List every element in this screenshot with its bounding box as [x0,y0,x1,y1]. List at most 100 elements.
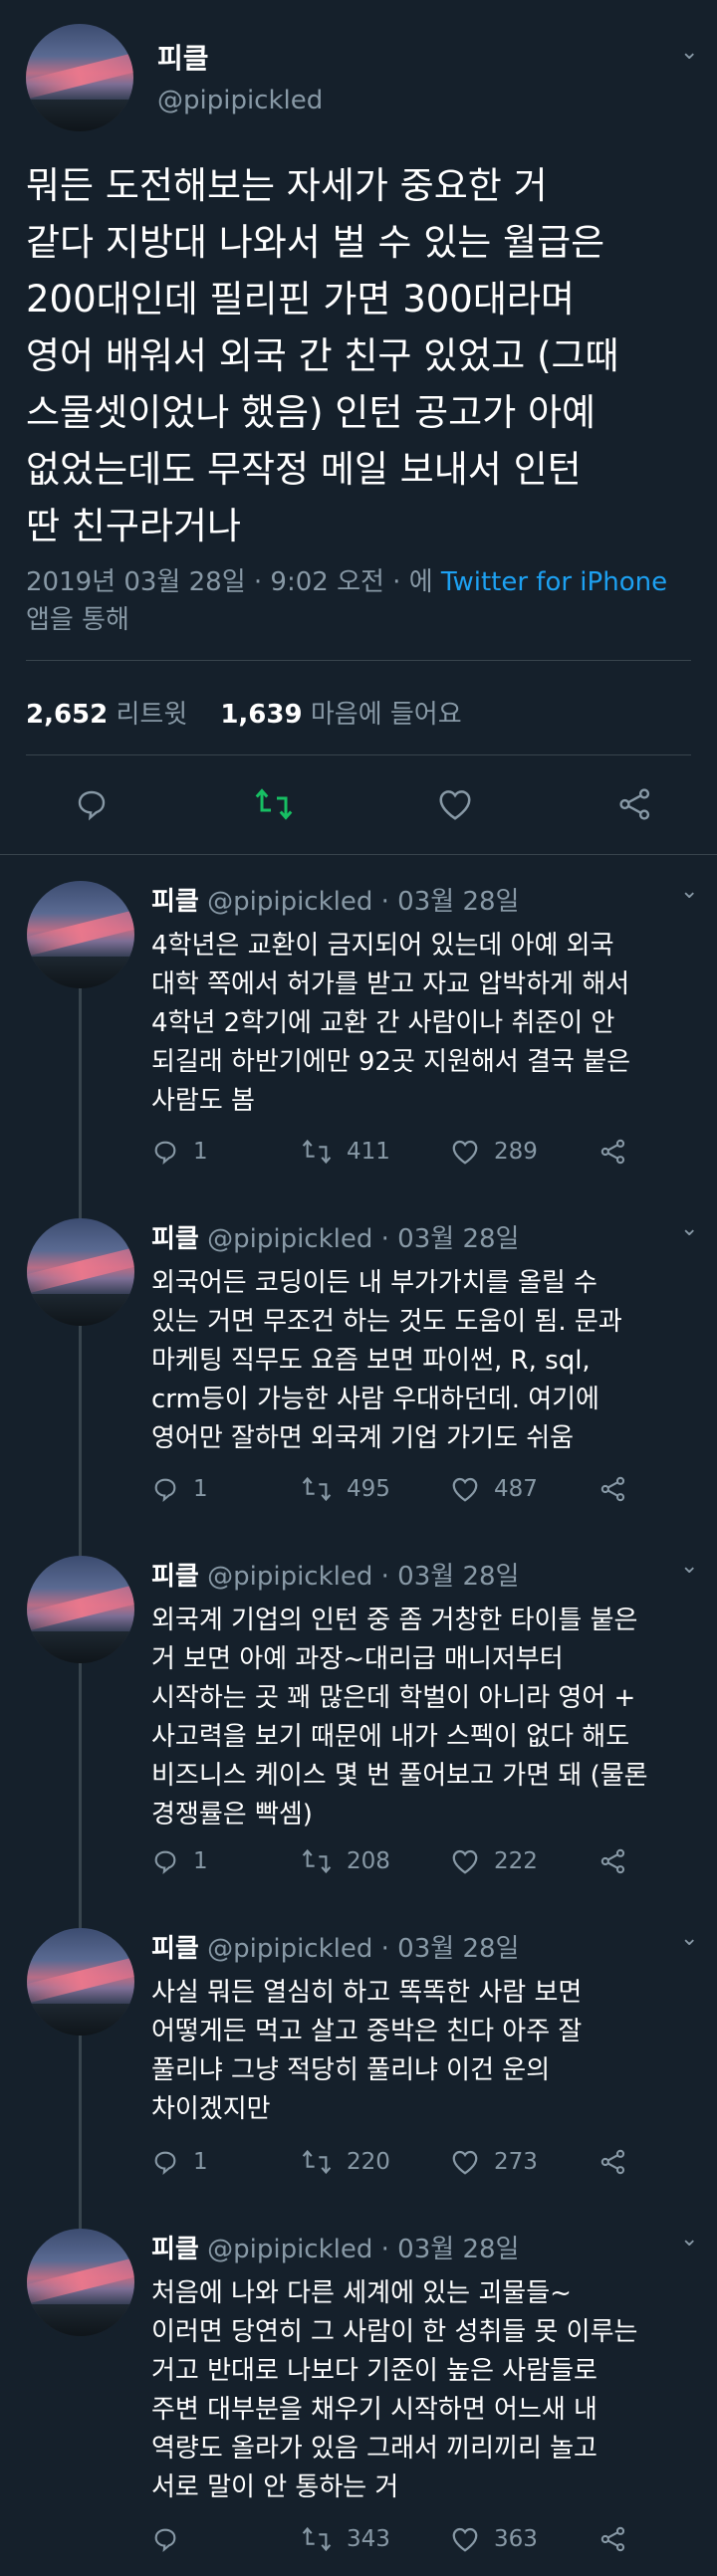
like-button[interactable] [431,780,479,828]
tweet-text-line: 영어 배워서 외국 간 친구 있었고 (그때 [26,334,619,377]
retweet-icon [255,788,293,820]
like-button[interactable]: 487 [450,1472,538,1506]
retweet-button[interactable]: 411 [301,1135,390,1169]
retweet-count: 208 [347,1848,390,1874]
share-button[interactable] [611,780,659,828]
reply-header: 피클 @pipipickled · 03월 28일 [151,1218,519,1255]
share-button[interactable] [599,1135,641,1169]
reply-icon [154,1478,176,1503]
retweet-stat[interactable]: 2,652 리트윗 [26,700,187,730]
tweet-text-line: 같다 지방대 나와서 벌 수 있는 월급은 [26,221,605,264]
avatar[interactable] [27,1218,134,1326]
retweet-button[interactable] [250,780,298,828]
avatar[interactable] [27,1928,134,2036]
chevron-down-icon[interactable]: ⌄ [680,40,698,65]
like-count: 289 [494,1139,538,1165]
tweet-text-line: 스물셋이었나 했음) 인턴 공고가 아예 [26,391,597,434]
like-button[interactable]: 273 [450,2145,538,2179]
heart-icon [452,1140,478,1165]
source-link[interactable]: Twitter for iPhone [441,567,667,597]
heart-icon [452,2150,478,2175]
display-name[interactable]: 피클 [151,2235,199,2264]
chevron-down-icon[interactable]: ⌄ [680,879,698,904]
reply-text-line: 사실 뭐든 열심히 하고 똑똑한 사람 보면 [151,1978,583,2008]
share-icon [600,1848,625,1874]
reply-header: 피클 @pipipickled · 03월 28일 [151,2229,519,2265]
reply-button[interactable]: 1 [151,1472,208,1506]
chevron-down-icon[interactable]: ⌄ [680,1554,698,1579]
reply-text-line: 4학년 2학기에 교환 간 사람이나 취준이 안 [151,1008,615,1038]
like-button[interactable]: 289 [450,1135,538,1169]
chevron-down-icon[interactable]: ⌄ [680,1926,698,1951]
retweet-button[interactable]: 343 [301,2522,390,2556]
display-name[interactable]: 피클 [151,887,199,917]
display-name[interactable]: 피클 [157,37,209,77]
avatar[interactable] [27,881,134,988]
reply-button[interactable] [68,780,116,828]
handle[interactable]: @pipipickled [207,2235,372,2264]
reply-text: 4학년은 교환이 금지되어 있는데 아예 외국 대학 쪽에서 허가를 받고 자교… [151,927,709,1121]
retweet-button[interactable]: 220 [301,2145,390,2179]
reply-text-line: 4학년은 교환이 금지되어 있는데 아예 외국 [151,931,614,961]
share-button[interactable] [599,1844,641,1878]
reply-text-line: 영어만 잘하면 외국계 기업 가기도 쉬움 [151,1423,575,1453]
reply-tweet[interactable]: 피클 @pipipickled · 03월 28일 ⌄ 외국어든 코딩이든 내 … [0,1208,717,1522]
tweet-actions [0,780,717,828]
handle[interactable]: @pipipickled [207,887,372,917]
reply-tweet[interactable]: 피클 @pipipickled · 03월 28일 ⌄ 4학년은 교환이 금지되… [0,871,717,1184]
reply-button[interactable]: 1 [151,2145,208,2179]
share-button[interactable] [599,1472,641,1506]
reply-date: · 03월 28일 [380,1934,520,1964]
handle[interactable]: @pipipickled [207,1224,372,1254]
reply-text-line: 대학 쪽에서 허가를 받고 자교 압박하게 해서 [151,969,630,999]
avatar[interactable] [27,1556,134,1663]
reply-icon [154,1850,176,1875]
reply-text-line: 주변 대부분을 채우기 시작하면 어느새 내 [151,2395,598,2425]
like-count: 273 [494,2149,538,2175]
reply-button[interactable] [151,2522,193,2556]
retweet-count: 220 [347,2149,390,2175]
reply-text-line: crm등이 가능한 사람 우대하던데. 여기에 [151,1385,599,1414]
divider [26,660,691,661]
like-stat[interactable]: 1,639 마음에 들어요 [220,700,461,730]
tweet-text-line: 딴 친구라거나 [26,505,242,547]
like-button[interactable]: 222 [450,1844,538,1878]
reply-tweet[interactable]: 피클 @pipipickled · 03월 28일 ⌄ 사실 뭐든 열심히 하고… [0,1918,717,2192]
reply-text-line: 시작하는 곳 꽤 많은데 학벌이 아니라 영어 + [151,1683,636,1713]
reply-actions: 343 363 [151,2522,689,2556]
heart-icon [452,1477,478,1502]
like-count: 363 [494,2526,538,2552]
retweet-button[interactable]: 495 [301,1472,390,1506]
chevron-down-icon[interactable]: ⌄ [680,2227,698,2252]
reply-tweet[interactable]: 피클 @pipipickled · 03월 28일 ⌄ 외국계 기업의 인턴 중… [0,1546,717,1894]
reply-icon [154,2151,176,2176]
avatar[interactable] [26,24,133,131]
retweet-icon [302,1848,332,1874]
share-button[interactable] [599,2522,641,2556]
share-button[interactable] [599,2145,641,2179]
reply-header: 피클 @pipipickled · 03월 28일 [151,881,519,918]
chevron-down-icon[interactable]: ⌄ [680,1216,698,1241]
reply-actions: 1 411 289 [151,1135,689,1169]
divider [26,754,691,755]
reply-button[interactable]: 1 [151,1135,208,1169]
avatar[interactable] [27,2229,134,2336]
handle[interactable]: @pipipickled [207,1934,372,1964]
reply-text-line: 풀리냐 그냥 적당히 풀리냐 이건 운의 [151,2055,551,2085]
reply-tweet[interactable]: 피클 @pipipickled · 03월 28일 ⌄ 처음에 나와 다른 세계… [0,2219,717,2572]
like-count: 222 [494,1848,538,1874]
like-count: 487 [494,1476,538,1502]
display-name[interactable]: 피클 [151,1562,199,1592]
reply-actions: 1 208 222 [151,1844,689,1878]
reply-count: 1 [193,1848,208,1874]
tweet-meta: 2019년 03월 28일 · 9:02 오전 · 에 Twitter for … [26,563,703,639]
display-name[interactable]: 피클 [151,1934,199,1964]
retweet-button[interactable]: 208 [301,1844,390,1878]
like-button[interactable]: 363 [450,2522,538,2556]
handle[interactable]: @pipipickled [207,1562,372,1592]
reply-text-line: 있는 거면 무조건 하는 것도 도움이 됨. 문과 [151,1307,622,1337]
reply-button[interactable]: 1 [151,1844,208,1878]
handle[interactable]: @pipipickled [157,86,323,115]
display-name[interactable]: 피클 [151,1224,199,1254]
reply-text-line: 비즈니스 케이스 몇 번 풀어보고 가면 돼 (물론 [151,1761,648,1791]
